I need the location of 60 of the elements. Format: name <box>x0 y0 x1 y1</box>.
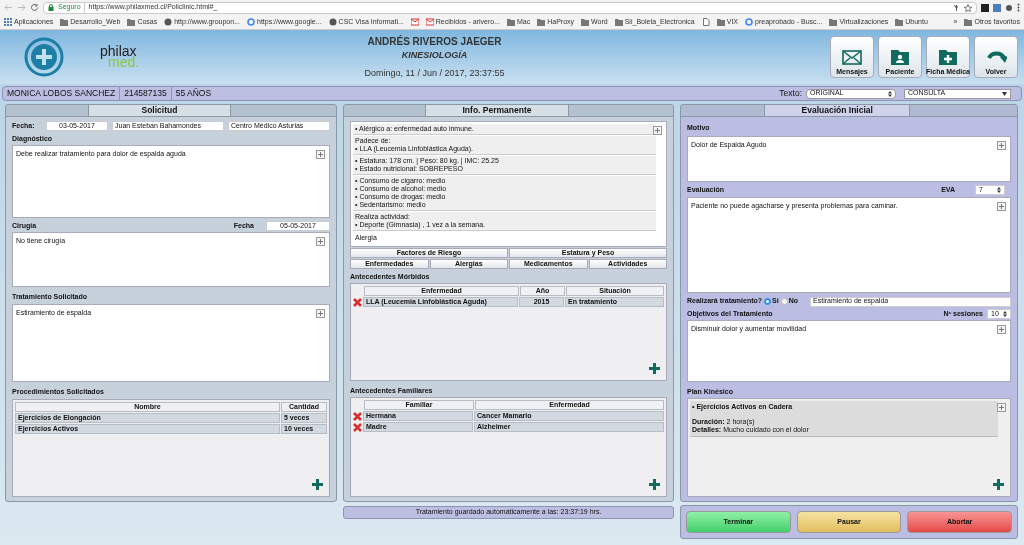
mail-icon <box>410 18 419 26</box>
expand-icon <box>997 403 1006 413</box>
bookmark[interactable] <box>701 18 710 26</box>
delete-icon <box>353 297 362 307</box>
folder-icon <box>895 18 904 26</box>
stepper-icon <box>888 90 892 97</box>
add-icon <box>649 479 660 490</box>
globe-icon <box>164 18 173 26</box>
forward-icon <box>17 3 26 12</box>
patient-name: MONICA LOBOS SANCHEZ <box>3 87 121 100</box>
star-icon <box>964 3 972 12</box>
patient-age: 55 AÑOS <box>174 87 213 100</box>
logo-text: med. <box>108 57 140 68</box>
google-icon <box>247 18 255 26</box>
apps-icon <box>4 18 12 26</box>
page-icon <box>701 18 710 26</box>
folder-icon <box>716 18 725 26</box>
expand-icon <box>997 201 1006 211</box>
google-icon <box>745 18 754 26</box>
expand-icon <box>653 126 662 135</box>
texto-label: Texto: <box>779 87 802 100</box>
add-icon <box>993 479 1004 490</box>
radio-button[interactable] <box>764 298 772 306</box>
back-icon <box>4 3 13 12</box>
stepper-icon <box>997 187 1001 194</box>
patient-id: 214587135 <box>120 87 172 100</box>
professional-name: ANDRÉS RIVEROS JAEGER <box>367 34 502 49</box>
panel-title: Info. Permanente <box>426 105 568 117</box>
delete-icon <box>353 411 362 421</box>
reload-icon <box>30 3 39 12</box>
bookmark[interactable] <box>410 18 419 26</box>
folder-icon <box>507 18 515 26</box>
mail-icon <box>425 18 434 26</box>
logo-text: philax <box>100 46 137 57</box>
globe-icon <box>328 18 337 26</box>
folder-icon <box>581 18 590 26</box>
delete-icon <box>353 422 362 432</box>
add-icon <box>649 362 660 374</box>
expand-icon <box>997 140 1006 150</box>
expand-icon <box>316 308 325 318</box>
logo-icon <box>24 37 64 77</box>
folder-icon <box>829 18 838 26</box>
folder-icon <box>614 18 623 26</box>
folder-icon <box>127 18 136 26</box>
radio-button[interactable] <box>780 298 788 306</box>
folder-icon <box>60 18 69 26</box>
dropdown-icon <box>1002 91 1007 96</box>
folder-icon <box>964 18 973 26</box>
panel-title: Evaluación Inicial <box>765 105 910 117</box>
date-time: Domingo, 11 / Jun / 2017, 23:37:55 <box>364 66 505 80</box>
add-icon <box>312 479 323 490</box>
panel-title: Solicitud <box>88 105 231 117</box>
expand-icon <box>997 325 1006 335</box>
expand-icon <box>316 150 325 159</box>
menu-icon <box>1017 3 1020 12</box>
folder-icon <box>537 18 546 26</box>
expand-icon <box>316 237 325 247</box>
specialty: KINESIOLOGÍA <box>401 49 468 62</box>
stepper-icon <box>1003 311 1007 318</box>
lock-icon <box>48 4 54 11</box>
